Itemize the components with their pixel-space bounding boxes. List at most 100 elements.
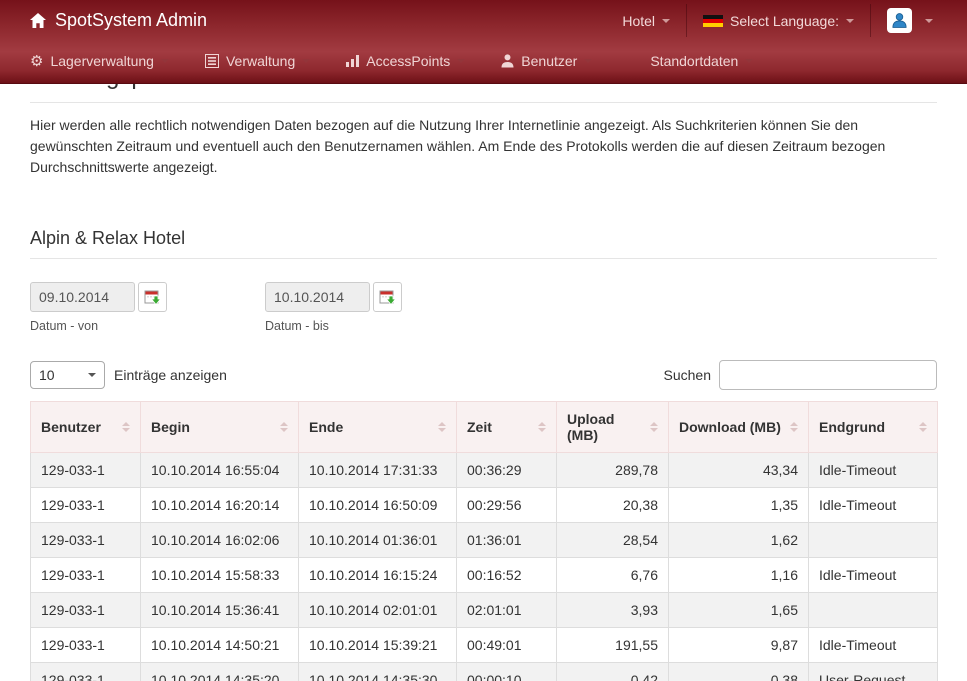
table-row: 129-033-110.10.2014 14:50:2110.10.2014 1… xyxy=(31,628,938,663)
divider xyxy=(30,258,937,259)
table-cell: 00:49:01 xyxy=(457,628,557,663)
table-cell: 1,62 xyxy=(669,523,809,558)
date-to-group: Datum - bis xyxy=(265,282,402,333)
date-from-calendar-button[interactable] xyxy=(138,282,167,312)
date-to-label: Datum - bis xyxy=(265,319,402,333)
table-cell: 43,34 xyxy=(669,453,809,488)
hotel-menu-label: Hotel xyxy=(622,13,655,29)
table-cell: 129-033-1 xyxy=(31,488,141,523)
column-header-zeit[interactable]: Zeit xyxy=(457,402,557,453)
column-header-endgrund[interactable]: Endgrund xyxy=(809,402,938,453)
table-cell: 00:16:52 xyxy=(457,558,557,593)
table-row: 129-033-110.10.2014 14:35:2010.10.2014 1… xyxy=(31,663,938,681)
table-cell: 00:29:56 xyxy=(457,488,557,523)
chevron-down-icon xyxy=(584,59,592,63)
language-menu[interactable]: Select Language: xyxy=(687,0,870,41)
column-header-upload[interactable]: Upload (MB) xyxy=(557,402,669,453)
main-nav: ⚙ Lagerverwaltung Verwaltung AccessPoint… xyxy=(0,41,967,81)
chevron-down-icon xyxy=(302,59,310,63)
date-to-calendar-button[interactable] xyxy=(373,282,402,312)
table-cell: 289,78 xyxy=(557,453,669,488)
table-cell: Idle-Timeout xyxy=(809,558,938,593)
table-row: 129-033-110.10.2014 16:02:0610.10.2014 0… xyxy=(31,523,938,558)
sort-icon xyxy=(274,422,288,432)
bar-chart-icon xyxy=(346,55,359,67)
nav-item-verwaltung[interactable]: Verwaltung xyxy=(205,53,310,69)
user-menu[interactable] xyxy=(871,0,949,41)
chevron-down-icon xyxy=(925,19,933,23)
sort-icon xyxy=(913,422,927,432)
sort-icon xyxy=(532,422,546,432)
nav-item-label: Standortdaten xyxy=(650,53,738,69)
table-cell: 10.10.2014 16:02:06 xyxy=(141,523,299,558)
table-row: 129-033-110.10.2014 16:55:0410.10.2014 1… xyxy=(31,453,938,488)
sort-icon xyxy=(784,422,798,432)
brand[interactable]: SpotSystem Admin xyxy=(30,10,207,31)
table-cell: 10.10.2014 16:15:24 xyxy=(299,558,457,593)
table-cell: 1,65 xyxy=(669,593,809,628)
table-cell: 6,76 xyxy=(557,558,669,593)
nav-item-label: Lagerverwaltung xyxy=(50,53,154,69)
user-avatar-icon xyxy=(887,8,912,33)
table-header-row: Benutzer Begin Ende Zeit Upload (MB) Dow… xyxy=(31,402,938,453)
nav-item-accesspoints[interactable]: AccessPoints xyxy=(346,53,465,69)
topbar: SpotSystem Admin Hotel Select Language: xyxy=(0,0,967,41)
brand-title: SpotSystem Admin xyxy=(55,10,207,31)
nav-item-lagerverwaltung[interactable]: ⚙ Lagerverwaltung xyxy=(30,53,169,69)
chevron-down-icon xyxy=(745,59,753,63)
table-cell: 10.10.2014 15:39:21 xyxy=(299,628,457,663)
column-header-begin[interactable]: Begin xyxy=(141,402,299,453)
table-row: 129-033-110.10.2014 16:20:1410.10.2014 1… xyxy=(31,488,938,523)
table-cell xyxy=(809,523,938,558)
table-cell: Idle-Timeout xyxy=(809,453,938,488)
chevron-down-icon xyxy=(457,59,465,63)
search-input[interactable] xyxy=(719,360,937,390)
table-cell: 10.10.2014 15:36:41 xyxy=(141,593,299,628)
search-label: Suchen xyxy=(664,367,711,383)
column-header-download[interactable]: Download (MB) xyxy=(669,402,809,453)
table-cell: User-Request xyxy=(809,663,938,681)
table-cell: 1,16 xyxy=(669,558,809,593)
grid-icon xyxy=(628,54,643,69)
nav-item-label: AccessPoints xyxy=(366,53,450,69)
table-cell: 10.10.2014 14:35:20 xyxy=(141,663,299,681)
table-cell: 10.10.2014 16:20:14 xyxy=(141,488,299,523)
page-length-select[interactable]: 10 xyxy=(30,361,105,389)
table-cell: Idle-Timeout xyxy=(809,628,938,663)
nav-item-standortdaten[interactable]: Standortdaten xyxy=(628,53,753,69)
column-header-ende[interactable]: Ende xyxy=(299,402,457,453)
language-menu-label: Select Language: xyxy=(730,13,839,29)
table-cell: 10.10.2014 14:50:21 xyxy=(141,628,299,663)
nav-item-label: Benutzer xyxy=(521,53,577,69)
table-controls: 10 Einträge anzeigen Suchen xyxy=(30,360,937,390)
german-flag-icon xyxy=(703,15,723,27)
table-cell: 10.10.2014 15:58:33 xyxy=(141,558,299,593)
date-to-input[interactable] xyxy=(265,282,370,312)
hotel-name-heading: Alpin & Relax Hotel xyxy=(30,228,937,249)
date-from-label: Datum - von xyxy=(30,319,167,333)
table-cell: 0,38 xyxy=(669,663,809,681)
hotel-menu[interactable]: Hotel xyxy=(606,0,686,41)
nav-item-benutzer[interactable]: Benutzer xyxy=(501,53,592,69)
date-from-input[interactable] xyxy=(30,282,135,312)
table-cell: 0,42 xyxy=(557,663,669,681)
table-cell: 10.10.2014 17:31:33 xyxy=(299,453,457,488)
page-length-value: 10 xyxy=(39,367,55,383)
date-filter-row: Datum - von Datum - bis xyxy=(30,282,937,333)
table-cell: 129-033-1 xyxy=(31,523,141,558)
column-header-benutzer[interactable]: Benutzer xyxy=(31,402,141,453)
table-body: 129-033-110.10.2014 16:55:0410.10.2014 1… xyxy=(31,453,938,681)
table-cell: 00:36:29 xyxy=(457,453,557,488)
table-cell: 9,87 xyxy=(669,628,809,663)
table-cell: 129-033-1 xyxy=(31,663,141,681)
table-cell: 02:01:01 xyxy=(457,593,557,628)
divider xyxy=(30,102,937,103)
sort-icon xyxy=(432,422,446,432)
table-cell: 10.10.2014 14:35:30 xyxy=(299,663,457,681)
home-icon xyxy=(30,13,46,28)
table-cell: 129-033-1 xyxy=(31,453,141,488)
table-cell: 129-033-1 xyxy=(31,558,141,593)
calendar-icon xyxy=(379,289,396,306)
masthead: SpotSystem Admin Hotel Select Language: xyxy=(0,0,967,84)
table-cell: 10.10.2014 02:01:01 xyxy=(299,593,457,628)
